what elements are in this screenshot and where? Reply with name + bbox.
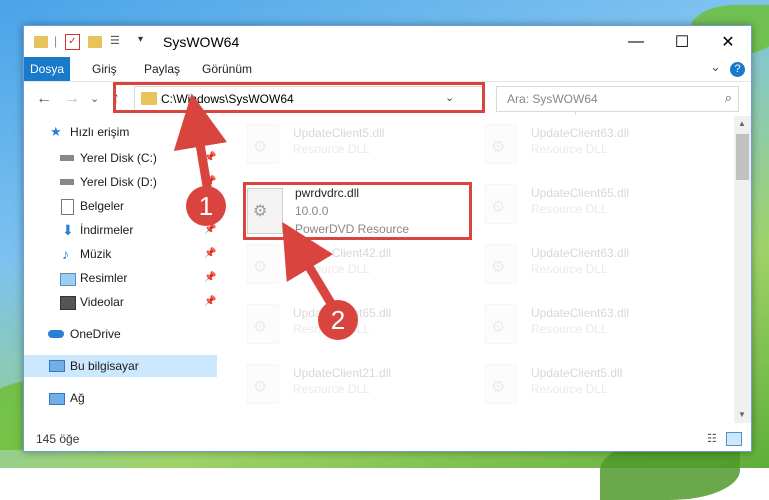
callout-2: 2 <box>318 300 358 340</box>
callout-1: 1 <box>186 186 226 226</box>
annotation-arrows <box>173 93 336 308</box>
arrow-to-address-bar <box>173 93 228 193</box>
arrow-to-file <box>282 221 336 308</box>
